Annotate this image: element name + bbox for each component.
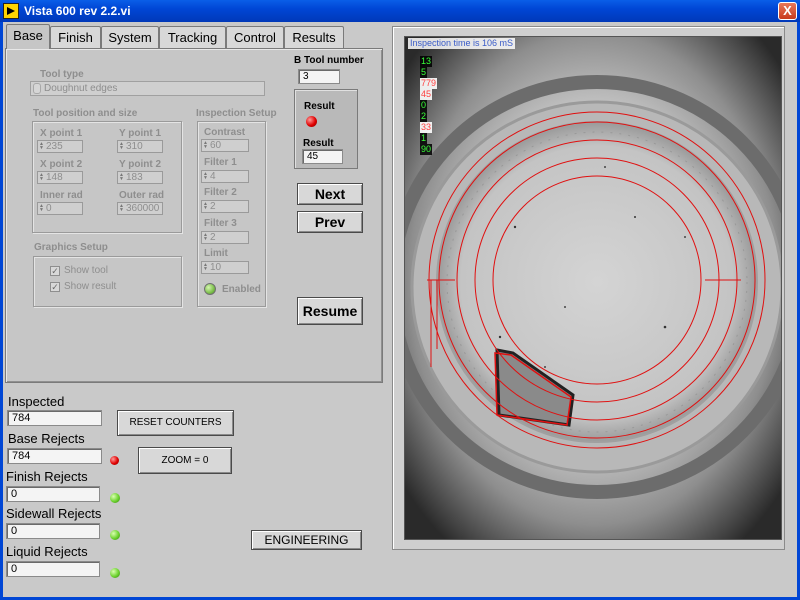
tab-system[interactable]: System (101, 26, 159, 48)
window-border-left (0, 22, 3, 600)
liquid-rejects-label: Liquid Rejects (6, 544, 88, 559)
camera-image[interactable] (404, 36, 782, 540)
spinner-icon[interactable]: ▲ ▼ (203, 172, 208, 181)
y-point-1-label: Y point 1 (119, 128, 162, 139)
tool-type-label: Tool type (40, 69, 84, 80)
overlay-value: 1 (420, 133, 428, 144)
filter-1-label: Filter 1 (204, 157, 237, 168)
filter-1-input[interactable]: ▲ ▼ 4 (201, 170, 249, 183)
base-rejects-led (110, 456, 119, 465)
enabled-indicator[interactable] (204, 283, 216, 295)
inner-rad-label: Inner rad (40, 190, 83, 201)
spinner-icon[interactable]: ▲ ▼ (39, 173, 44, 182)
tab-finish[interactable]: Finish (50, 26, 101, 48)
overlay-value: 33 (420, 122, 433, 133)
tab-control[interactable]: Control (226, 26, 284, 48)
result-value-label: Result (303, 138, 334, 149)
y-point-2-input[interactable]: ▲ ▼ 183 (117, 171, 163, 184)
spinner-icon[interactable]: ▲ ▼ (39, 142, 44, 151)
spinner-icon[interactable]: ▲ ▼ (39, 204, 44, 213)
ring-arrows-icon (33, 83, 41, 94)
show-result-checkbox[interactable]: ✓ (50, 282, 60, 292)
engineering-button[interactable]: ENGINEERING (251, 530, 362, 550)
spinner-icon[interactable]: ▲ ▼ (203, 263, 208, 272)
overlay-value: 2 (420, 111, 428, 122)
inner-rad-input[interactable]: ▲ ▼ 0 (37, 202, 83, 215)
bottle-base-image (405, 37, 781, 539)
contrast-label: Contrast (204, 127, 246, 138)
sidewall-rejects-label: Sidewall Rejects (6, 506, 102, 521)
limit-input[interactable]: ▲ ▼ 10 (201, 261, 249, 274)
liquid-rejects-led (110, 568, 120, 578)
title-bar: Vista 600 rev 2.2.vi X (0, 0, 800, 22)
tool-position-title: Tool position and size (33, 108, 138, 119)
tool-type-select[interactable]: Doughnut edges (30, 81, 265, 96)
spinner-icon[interactable]: ▲ ▼ (203, 202, 208, 211)
overlay-value: 13 (420, 56, 433, 67)
outer-rad-input[interactable]: ▲ ▼ 360000 (117, 202, 163, 215)
spinner-icon[interactable]: ▲ ▼ (119, 173, 124, 182)
labview-icon (3, 3, 19, 19)
show-tool-checkbox[interactable]: ✓ (50, 266, 60, 276)
zoom-button[interactable]: ZOOM = 0 (138, 447, 232, 474)
x-point-1-label: X point 1 (40, 128, 83, 139)
graphics-setup-title: Graphics Setup (34, 242, 108, 253)
y-point-2-label: Y point 2 (119, 159, 162, 170)
spinner-icon[interactable]: ▲ ▼ (119, 204, 124, 213)
y-point-1-input[interactable]: ▲ ▼ 310 (117, 140, 163, 153)
overlay-value: 90 (420, 144, 433, 155)
tab-tracking[interactable]: Tracking (159, 26, 226, 48)
sidewall-rejects-field: 0 (6, 523, 100, 539)
show-tool-label: Show tool (64, 265, 108, 276)
finish-rejects-field: 0 (6, 486, 100, 502)
resume-button[interactable]: Resume (297, 297, 363, 325)
liquid-rejects-field: 0 (6, 561, 100, 577)
x-point-1-input[interactable]: ▲ ▼ 235 (37, 140, 83, 153)
overlay-value: 45 (420, 89, 433, 100)
tool-type-value: Doughnut edges (44, 83, 118, 94)
inspection-time-label: Inspection time is 106 mS (408, 38, 516, 49)
filter-2-input[interactable]: ▲ ▼ 2 (201, 200, 249, 213)
base-rejects-field: 784 (7, 448, 102, 464)
inspection-setup-title: Inspection Setup (196, 108, 277, 119)
limit-label: Limit (204, 248, 228, 259)
spinner-icon[interactable]: ▲ ▼ (119, 142, 124, 151)
overlay-value: 5 (420, 67, 428, 78)
result-value-field: 45 (302, 149, 343, 164)
result-led-label: Result (304, 101, 335, 112)
reset-counters-button[interactable]: RESET COUNTERS (117, 410, 234, 436)
x-point-2-label: X point 2 (40, 159, 83, 170)
b-tool-number-label: B Tool number (294, 55, 364, 66)
overlay-value: 0 (420, 100, 428, 111)
spinner-icon[interactable]: ▲ ▼ (203, 233, 208, 242)
window-title: Vista 600 rev 2.2.vi (24, 4, 131, 18)
sidewall-rejects-led (110, 530, 120, 540)
next-button[interactable]: Next (297, 183, 363, 205)
overlay-value: 779 (420, 78, 438, 89)
finish-rejects-led (110, 493, 120, 503)
overlay-values-list: 13 5 779 45 0 2 33 1 90 (420, 56, 438, 155)
prev-button[interactable]: Prev (297, 211, 363, 233)
x-point-2-input[interactable]: ▲ ▼ 148 (37, 171, 83, 184)
close-button[interactable]: X (778, 2, 797, 20)
result-led (306, 116, 317, 127)
inspected-label: Inspected (8, 394, 65, 409)
contrast-input[interactable]: ▲ ▼ 60 (201, 139, 249, 152)
enabled-label: Enabled (222, 284, 261, 295)
inspected-field: 784 (7, 410, 102, 426)
finish-rejects-label: Finish Rejects (6, 469, 88, 484)
tab-base[interactable]: Base (6, 24, 50, 49)
filter-3-label: Filter 3 (204, 218, 237, 229)
base-rejects-label: Base Rejects (8, 431, 85, 446)
filter-3-input[interactable]: ▲ ▼ 2 (201, 231, 249, 244)
spinner-icon[interactable]: ▲ ▼ (203, 141, 208, 150)
show-result-label: Show result (64, 281, 117, 292)
b-tool-number-field[interactable]: 3 (298, 69, 340, 84)
tab-results[interactable]: Results (284, 26, 344, 48)
outer-rad-label: Outer rad (119, 190, 165, 201)
filter-2-label: Filter 2 (204, 187, 237, 198)
